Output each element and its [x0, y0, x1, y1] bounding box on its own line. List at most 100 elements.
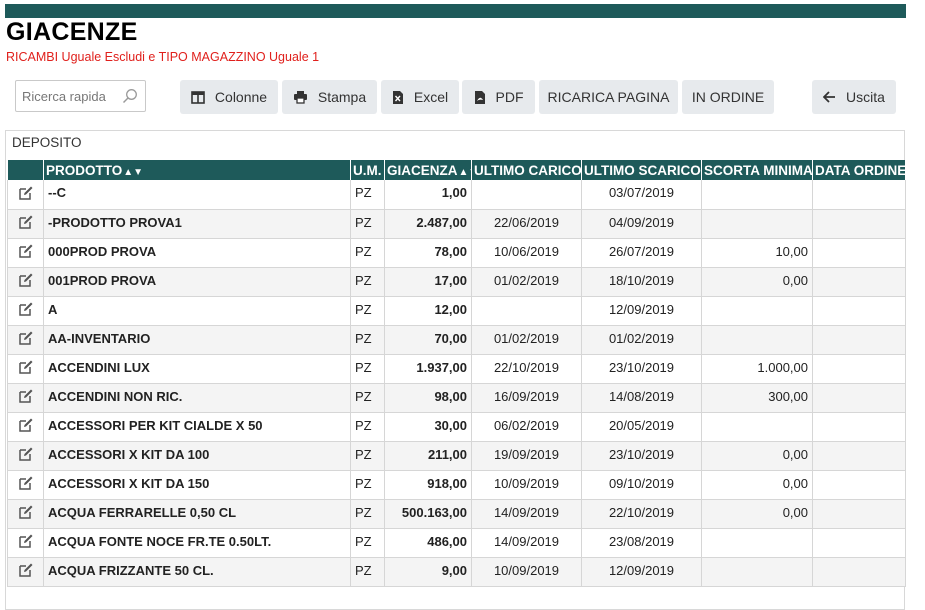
table-row[interactable]: ACQUA FRIZZANTE 50 CL. PZ 9,00 10/09/2019 12…	[7, 557, 906, 587]
cell-giacenza: 2.487,00	[384, 209, 472, 239]
edit-icon[interactable]	[18, 185, 34, 201]
edit-cell[interactable]	[7, 412, 44, 442]
search-icon[interactable]	[122, 88, 138, 104]
cell-giacenza: 918,00	[384, 470, 472, 500]
cell-prodotto: A	[43, 296, 351, 326]
edit-cell[interactable]	[7, 354, 44, 384]
cell-scorta-minima	[701, 180, 813, 210]
edit-icon[interactable]	[18, 417, 34, 433]
print-button[interactable]: Stampa	[282, 80, 377, 114]
table-row[interactable]: AA-INVENTARIO PZ 70,00 01/02/2019 01/02/2019	[7, 325, 906, 355]
edit-icon[interactable]	[18, 359, 34, 375]
edit-column-header	[7, 160, 44, 180]
cell-ultimo-carico: 14/09/2019	[471, 499, 582, 529]
cell-um: PZ	[350, 441, 385, 471]
cell-prodotto: 000PROD PROVA	[43, 238, 351, 268]
edit-cell[interactable]	[7, 441, 44, 471]
cell-giacenza: 1,00	[384, 180, 472, 210]
table-row[interactable]: ACQUA FONTE NOCE FR.TE 0.50LT. PZ 486,00 14…	[7, 528, 906, 558]
column-header-ultimo-carico[interactable]: ULTIMO CARICO	[471, 160, 582, 180]
edit-icon[interactable]	[18, 330, 34, 346]
cell-data-ordine	[812, 296, 906, 326]
cell-ultimo-scarico: 04/09/2019	[581, 209, 702, 239]
edit-cell[interactable]	[7, 383, 44, 413]
column-header-ultimo-scarico[interactable]: ULTIMO SCARICO	[581, 160, 702, 180]
table-header-row: PRODOTTO▲▼ U.M. GIACENZA▲▼ ULTIMO CARICO…	[7, 160, 906, 180]
edit-icon[interactable]	[18, 243, 34, 259]
edit-icon[interactable]	[18, 533, 34, 549]
quick-search[interactable]	[15, 80, 146, 112]
in-order-button[interactable]: IN ORDINE	[682, 80, 774, 114]
cell-ultimo-scarico: 18/10/2019	[581, 267, 702, 297]
cell-giacenza: 98,00	[384, 383, 472, 413]
cell-data-ordine	[812, 180, 906, 210]
edit-cell[interactable]	[7, 267, 44, 297]
cell-data-ordine	[812, 354, 906, 384]
cell-scorta-minima	[701, 209, 813, 239]
excel-button[interactable]: Excel	[381, 80, 459, 114]
table-row[interactable]: ACCENDINI LUX PZ 1.937,00 22/10/2019 23/10/2…	[7, 354, 906, 384]
edit-icon[interactable]	[18, 446, 34, 462]
print-label: Stampa	[317, 89, 367, 105]
cell-prodotto: ACQUA FONTE NOCE FR.TE 0.50LT.	[43, 528, 351, 558]
column-header-scorta-minima[interactable]: SCORTA MINIMA	[701, 160, 813, 180]
edit-icon[interactable]	[18, 388, 34, 404]
reload-page-label: RICARICA PAGINA	[547, 89, 670, 105]
stock-table: PRODOTTO▲▼ U.M. GIACENZA▲▼ ULTIMO CARICO…	[7, 160, 906, 587]
cell-prodotto: ACQUA FERRARELLE 0,50 CL	[43, 499, 351, 529]
table-row[interactable]: ACCESSORI X KIT DA 150 PZ 918,00 10/09/2019…	[7, 470, 906, 500]
cell-ultimo-scarico: 23/10/2019	[581, 441, 702, 471]
cell-scorta-minima: 0,00	[701, 470, 813, 500]
table-row[interactable]: ACCESSORI X KIT DA 100 PZ 211,00 19/09/2019…	[7, 441, 906, 471]
pdf-button[interactable]: PDF	[462, 80, 535, 114]
edit-cell[interactable]	[7, 296, 44, 326]
sort-icon[interactable]: ▲▼	[123, 167, 143, 178]
cell-um: PZ	[350, 412, 385, 442]
edit-cell[interactable]	[7, 528, 44, 558]
column-header-giacenza[interactable]: GIACENZA▲▼	[384, 160, 472, 180]
edit-cell[interactable]	[7, 180, 44, 210]
edit-icon[interactable]	[18, 562, 34, 578]
cell-um: PZ	[350, 209, 385, 239]
column-header-data-ordine[interactable]: DATA ORDINE	[812, 160, 906, 180]
edit-icon[interactable]	[18, 214, 34, 230]
edit-cell[interactable]	[7, 325, 44, 355]
edit-cell[interactable]	[7, 557, 44, 587]
column-header-prodotto[interactable]: PRODOTTO▲▼	[43, 160, 351, 180]
edit-cell[interactable]	[7, 238, 44, 268]
edit-icon[interactable]	[18, 272, 34, 288]
table-row[interactable]: A PZ 12,00 12/09/2019	[7, 296, 906, 326]
table-row[interactable]: ACCENDINI NON RIC. PZ 98,00 16/09/2019 14/08…	[7, 383, 906, 413]
cell-giacenza: 9,00	[384, 557, 472, 587]
edit-icon[interactable]	[18, 504, 34, 520]
edit-cell[interactable]	[7, 470, 44, 500]
table-row[interactable]: 000PROD PROVA PZ 78,00 10/06/2019 26/07/2019…	[7, 238, 906, 268]
sort-icon[interactable]: ▲▼	[459, 167, 471, 178]
cell-ultimo-scarico: 26/07/2019	[581, 238, 702, 268]
exit-button[interactable]: Uscita	[812, 80, 896, 114]
deposit-label: DEPOSITO	[12, 135, 82, 150]
reload-page-button[interactable]: RICARICA PAGINA	[539, 80, 678, 114]
column-header-um[interactable]: U.M.	[350, 160, 385, 180]
edit-icon[interactable]	[18, 301, 34, 317]
cell-prodotto: ACCESSORI X KIT DA 150	[43, 470, 351, 500]
table-row[interactable]: ACQUA FERRARELLE 0,50 CL PZ 500.163,00 14/0…	[7, 499, 906, 529]
cell-um: PZ	[350, 499, 385, 529]
cell-um: PZ	[350, 354, 385, 384]
edit-cell[interactable]	[7, 499, 44, 529]
cell-ultimo-carico: 06/02/2019	[471, 412, 582, 442]
columns-button[interactable]: Colonne	[180, 80, 278, 114]
edit-icon[interactable]	[18, 475, 34, 491]
table-row[interactable]: -PRODOTTO PROVA1 PZ 2.487,00 22/06/2019 04/0…	[7, 209, 906, 239]
cell-prodotto: ACCESSORI PER KIT CIALDE X 50	[43, 412, 351, 442]
cell-um: PZ	[350, 267, 385, 297]
cell-ultimo-carico	[471, 296, 582, 326]
table-row[interactable]: 001PROD PROVA PZ 17,00 01/02/2019 18/10/2019…	[7, 267, 906, 297]
edit-cell[interactable]	[7, 209, 44, 239]
cell-data-ordine	[812, 412, 906, 442]
table-row[interactable]: --C PZ 1,00 03/07/2019	[7, 180, 906, 210]
cell-ultimo-carico: 22/06/2019	[471, 209, 582, 239]
search-input[interactable]	[16, 81, 122, 111]
cell-ultimo-scarico: 20/05/2019	[581, 412, 702, 442]
table-row[interactable]: ACCESSORI PER KIT CIALDE X 50 PZ 30,00 06/0…	[7, 412, 906, 442]
